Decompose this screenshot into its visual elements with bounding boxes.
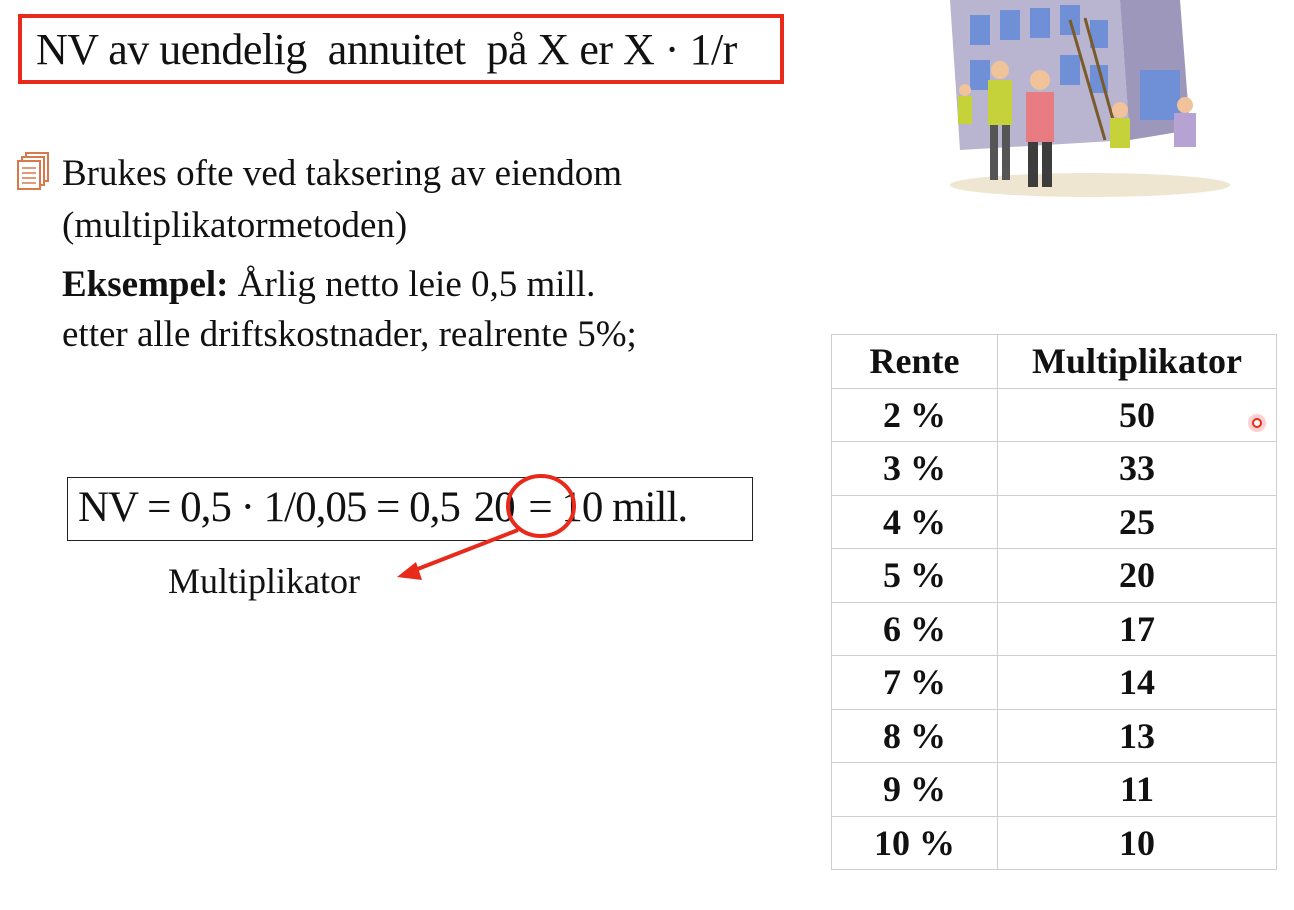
document-stack-icon — [17, 152, 49, 190]
laser-pointer-icon — [1248, 414, 1266, 432]
pointer-arrowhead — [397, 562, 422, 580]
table-row: 8 % 13 — [831, 708, 1277, 763]
table-row: 2 % 50 — [831, 387, 1277, 442]
cell-multiplikator: 33 — [997, 441, 1277, 496]
formula-box: NV = 0,5 · 1/0,05 = 0,5 20 = 10 mill. — [67, 477, 753, 541]
construction-workers-clipart — [940, 0, 1230, 200]
table-row: 9 % 11 — [831, 762, 1277, 817]
cell-multiplikator: 50 — [997, 387, 1277, 442]
cell-multiplikator: 11 — [997, 762, 1277, 817]
table-header-row: Rente Multiplikator — [831, 334, 1277, 389]
formula-multiplier: 20 — [473, 484, 516, 531]
slide-title: NV av uendelig annuitet på X er X · 1/r — [36, 24, 737, 74]
table-row: 5 % 20 — [831, 548, 1277, 603]
header-rente: Rente — [831, 334, 998, 389]
cell-multiplikator: 20 — [997, 548, 1277, 603]
example-line-1-text: Årlig netto leie 0,5 mill. — [228, 264, 596, 305]
cell-rente: 4 % — [831, 494, 998, 549]
cell-rente: 2 % — [831, 387, 998, 442]
bullet-line-1: Brukes ofte ved taksering av eiendom — [62, 153, 622, 194]
example-label: Eksempel: — [62, 264, 229, 305]
example-line-2: etter alle driftskostnader, realrente 5%… — [62, 314, 637, 355]
cell-multiplikator: 10 — [997, 815, 1277, 870]
multiplikator-caption: Multiplikator — [168, 561, 360, 601]
bullet-text: Brukes ofte ved taksering av eiendom (mu… — [62, 148, 782, 252]
table-row: 10 % 10 — [831, 815, 1277, 870]
example-line-1: Eksempel: Årlig netto leie 0,5 mill. — [62, 260, 782, 310]
bullet-line-2: (multiplikatormetoden) — [62, 205, 408, 246]
table-row: 3 % 33 — [831, 441, 1277, 496]
title-box: NV av uendelig annuitet på X er X · 1/r — [18, 14, 784, 84]
cell-multiplikator: 13 — [997, 708, 1277, 763]
table-row: 7 % 14 — [831, 655, 1277, 710]
cell-multiplikator: 17 — [997, 601, 1277, 656]
cell-rente: 9 % — [831, 762, 998, 817]
cell-multiplikator: 25 — [997, 494, 1277, 549]
example-block: Eksempel: Årlig netto leie 0,5 mill. ett… — [62, 260, 782, 360]
cell-rente: 8 % — [831, 708, 998, 763]
formula-part-1: NV = 0,5 · 1/0,05 = 0,5 — [78, 484, 470, 531]
cell-multiplikator: 14 — [997, 655, 1277, 710]
cell-rente: 3 % — [831, 441, 998, 496]
cell-rente: 6 % — [831, 601, 998, 656]
cell-rente: 5 % — [831, 548, 998, 603]
formula-part-2: = 10 mill. — [518, 484, 688, 531]
table-row: 4 % 25 — [831, 494, 1277, 549]
cell-rente: 10 % — [831, 815, 998, 870]
cell-rente: 7 % — [831, 655, 998, 710]
header-multiplikator: Multiplikator — [997, 334, 1277, 389]
table-row: 6 % 17 — [831, 601, 1277, 656]
multiplier-table: Rente Multiplikator 2 % 50 3 % 33 4 % 25 5 … — [831, 334, 1277, 870]
